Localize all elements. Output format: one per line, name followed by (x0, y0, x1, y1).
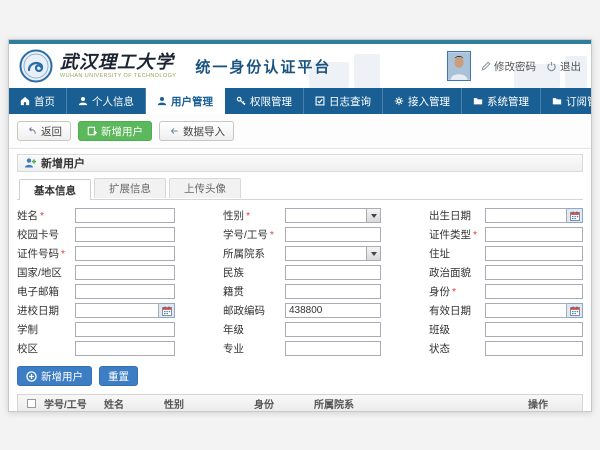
import-arrow-icon (168, 126, 179, 136)
chevron-down-icon[interactable] (367, 208, 381, 223)
identity-input[interactable] (485, 284, 583, 299)
chevron-down-icon[interactable] (367, 246, 381, 261)
nav-item-logs[interactable]: 日志查询 (304, 88, 383, 114)
valid-date-input[interactable] (485, 303, 567, 318)
toolbar: 返回 新增用户 数据导入 (9, 114, 591, 149)
add-user-icon (24, 157, 36, 169)
power-icon (546, 61, 557, 72)
calendar-icon[interactable] (567, 208, 583, 223)
folder-icon (552, 96, 562, 106)
add-user-submit-button[interactable]: 新增用户 (17, 366, 92, 386)
tab-upload-avatar[interactable]: 上传头像 (169, 178, 241, 198)
select-all-checkbox[interactable] (27, 399, 36, 408)
avatar[interactable] (447, 51, 471, 81)
gear-icon (394, 96, 404, 106)
table-header-row: 学号/工号 姓名 性别 身份 所属院系 操作 (17, 394, 583, 412)
student-id-input[interactable] (285, 227, 381, 242)
nav-item-system[interactable]: 系统管理 (462, 88, 541, 114)
tab-extended-info[interactable]: 扩展信息 (94, 178, 166, 198)
class-input[interactable] (485, 322, 583, 337)
tab-basic-info[interactable]: 基本信息 (19, 179, 91, 200)
building-watermark (354, 54, 380, 88)
back-arrow-icon (26, 126, 37, 136)
col-student-id: 学号/工号 (40, 396, 100, 411)
panel-header: 新增用户 (17, 154, 583, 172)
nav-item-permission[interactable]: 权限管理 (225, 88, 304, 114)
add-document-icon (87, 126, 97, 136)
change-password-link[interactable]: 修改密码 (481, 59, 536, 74)
id-type-input[interactable] (485, 227, 583, 242)
tab-bar: 基本信息 扩展信息 上传头像 (17, 178, 583, 200)
home-icon (20, 96, 30, 106)
nav-item-home[interactable]: 首页 (9, 88, 67, 114)
country-input[interactable] (75, 265, 175, 280)
folder-icon (473, 96, 483, 106)
main-nav: 首页 个人信息 用户管理 权限管理 日志查询 (9, 88, 591, 114)
calendar-icon[interactable] (159, 303, 175, 318)
app-window: 武汉理工大学 WUHAN UNIVERSITY OF TECHNOLOGY 统一… (8, 39, 592, 412)
back-button[interactable]: 返回 (17, 121, 71, 141)
school-system-input[interactable] (75, 322, 175, 337)
university-name-en: WUHAN UNIVERSITY OF TECHNOLOGY (60, 73, 176, 79)
calendar-icon[interactable] (567, 303, 583, 318)
postal-code-input[interactable] (285, 303, 381, 318)
key-icon (236, 96, 246, 106)
email-input[interactable] (75, 284, 175, 299)
form-actions: 新增用户 重置 (9, 363, 591, 392)
department-select-input[interactable] (285, 246, 367, 261)
col-name: 姓名 (100, 396, 160, 411)
reset-button[interactable]: 重置 (99, 366, 138, 386)
address-input[interactable] (485, 246, 583, 261)
id-number-input[interactable] (75, 246, 175, 261)
pencil-icon (481, 61, 491, 71)
user-table: 学号/工号 姓名 性别 身份 所属院系 操作 (17, 394, 583, 412)
gender-select-input[interactable] (285, 208, 367, 223)
political-status-input[interactable] (485, 265, 583, 280)
panel-title: 新增用户 (41, 155, 85, 171)
nav-item-profile[interactable]: 个人信息 (67, 88, 146, 114)
col-department: 所属院系 (310, 396, 524, 411)
header: 武汉理工大学 WUHAN UNIVERSITY OF TECHNOLOGY 统一… (9, 44, 591, 88)
campus-input[interactable] (75, 341, 175, 356)
nav-item-user-management[interactable]: 用户管理 (146, 88, 225, 114)
ethnicity-input[interactable] (285, 265, 381, 280)
native-place-input[interactable] (285, 284, 381, 299)
col-gender: 性别 (160, 396, 250, 411)
name-input[interactable] (75, 208, 175, 223)
campus-card-input[interactable] (75, 227, 175, 242)
basic-info-form: 姓名* 性别* 出生日期 校园卡号 学号/工号* 证件类型* 证件号码* 所属院… (9, 200, 591, 363)
status-input[interactable] (485, 341, 583, 356)
plus-circle-icon (26, 371, 37, 382)
enroll-date-input[interactable] (75, 303, 159, 318)
major-input[interactable] (285, 341, 381, 356)
users-icon (157, 96, 167, 106)
col-actions: 操作 (524, 396, 582, 411)
nav-item-access[interactable]: 接入管理 (383, 88, 462, 114)
university-logo (19, 49, 53, 83)
birth-date-input[interactable] (485, 208, 567, 223)
nav-item-subscription[interactable]: 订阅管理 (541, 88, 592, 114)
logout-link[interactable]: 退出 (546, 59, 581, 74)
data-import-button[interactable]: 数据导入 (159, 121, 234, 141)
checklist-icon (315, 96, 325, 106)
university-name-cn: 武汉理工大学 (60, 54, 176, 72)
col-identity: 身份 (250, 396, 310, 411)
user-icon (78, 96, 88, 106)
platform-title: 统一身份认证平台 (195, 56, 331, 77)
grade-input[interactable] (285, 322, 381, 337)
add-user-toolbar-button[interactable]: 新增用户 (78, 121, 152, 141)
